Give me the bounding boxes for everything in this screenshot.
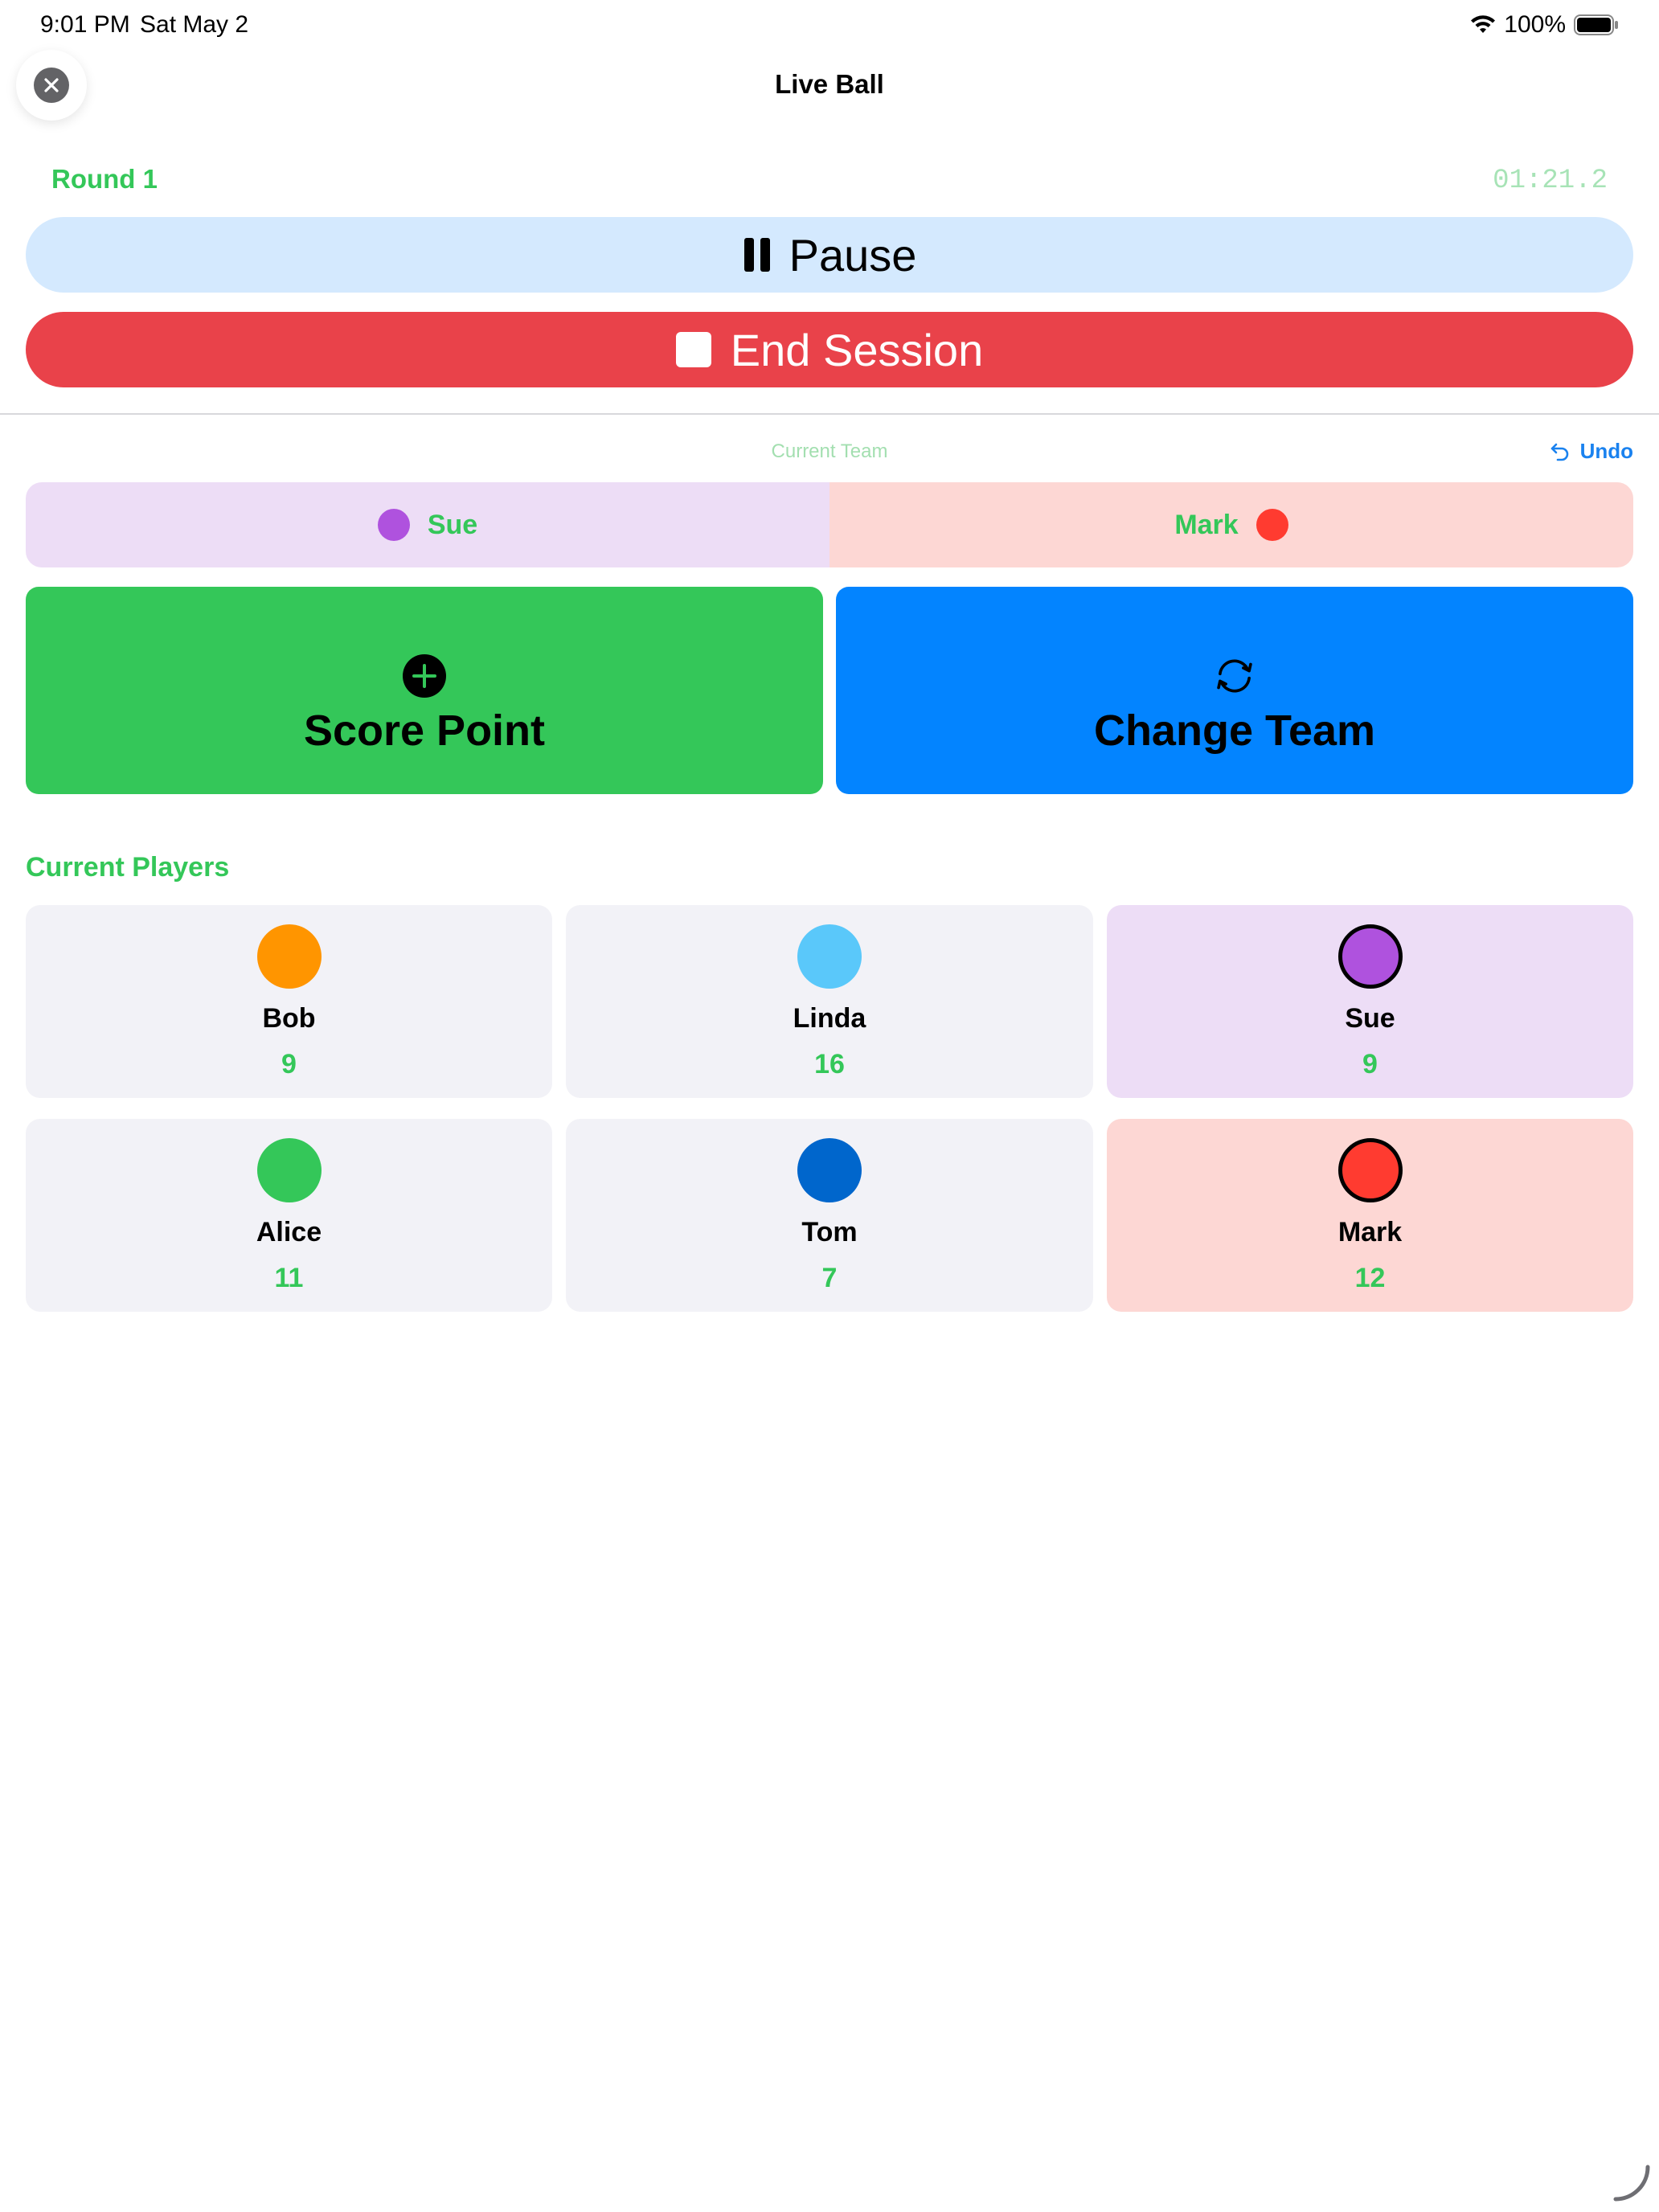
player-score: 12 [1354,1263,1386,1293]
round-label: Round 1 [51,164,158,194]
change-team-button[interactable]: Change Team [836,587,1633,794]
player-score: 7 [821,1263,838,1293]
player-color-dot [1256,509,1288,541]
status-date: Sat May 2 [140,11,249,38]
current-team-label: Current Team [771,440,888,462]
undo-label: Undo [1579,439,1633,463]
end-session-button[interactable]: End Session [26,312,1633,387]
player-score: 16 [814,1049,845,1079]
player-name: Alice [256,1217,322,1247]
status-indicators: 100% [1470,11,1619,39]
player-card[interactable]: Sue 9 [1107,905,1633,1098]
undo-arrow-icon [1550,443,1568,461]
battery-percent: 100% [1504,11,1566,38]
player-name: Sue [1345,1003,1395,1034]
pause-icon [743,238,770,272]
score-point-button[interactable]: Score Point [26,587,823,794]
player-card[interactable]: Mark 12 [1107,1119,1633,1312]
team-member-left-name: Sue [427,509,478,540]
page-title: Live Ball [775,69,884,99]
score-point-label: Score Point [303,707,546,755]
team-member-right[interactable]: Mark [830,482,1633,567]
player-avatar [797,924,862,989]
player-score: 9 [1362,1049,1378,1079]
current-players-title: Current Players [26,852,230,883]
pause-label: Pause [789,229,917,281]
player-color-dot [377,509,410,541]
resize-handle-icon[interactable] [1611,2162,1653,2204]
pause-button[interactable]: Pause [26,217,1633,293]
players-grid: Bob 9 Linda 16 Sue 9 Alice 11 Tom 7 Mark… [26,905,1633,1312]
player-card[interactable]: Alice 11 [26,1119,552,1312]
player-card[interactable]: Tom 7 [566,1119,1093,1312]
player-card[interactable]: Linda 16 [566,905,1093,1098]
player-avatar [256,924,322,989]
divider [0,413,1659,415]
status-bar: 9:01 PM Sat May 2 100% [0,0,1659,51]
player-score: 11 [274,1263,304,1293]
undo-button[interactable]: Undo [1550,439,1633,464]
team-member-left[interactable]: Sue [26,482,830,567]
player-card[interactable]: Bob 9 [26,905,552,1098]
stop-icon [675,332,711,367]
player-avatar [1337,1138,1403,1202]
plus-circle-icon [403,654,446,698]
player-avatar [1337,924,1403,989]
player-avatar [256,1138,322,1202]
wifi-icon [1471,15,1496,33]
player-score: 9 [281,1049,297,1079]
current-team-bar: Sue Mark [26,482,1633,567]
change-team-label: Change Team [1093,707,1376,755]
team-member-right-name: Mark [1174,509,1239,540]
player-name: Bob [262,1003,316,1034]
player-avatar [797,1138,862,1202]
session-timer: 01:21.2 [1493,166,1608,196]
player-name: Tom [801,1217,858,1247]
status-time: 9:01 PM [40,11,130,38]
player-name: Linda [793,1003,866,1034]
arrow-cycle-icon [1217,659,1252,693]
player-name: Mark [1337,1217,1403,1247]
end-session-label: End Session [730,324,984,375]
battery-icon [1574,14,1618,35]
